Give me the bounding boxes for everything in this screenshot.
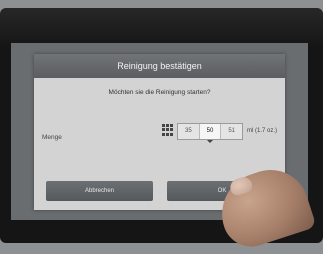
dialog-title: Reinigung bestätigen [34, 54, 285, 78]
dialog-question: Möchten sie die Reinigung starten? [108, 89, 211, 96]
cancel-button[interactable]: Abbrechen [46, 181, 153, 201]
stepper-option-51[interactable]: 51 [221, 124, 242, 139]
quantity-label: Menge [42, 134, 62, 141]
bezel-reflection [0, 8, 323, 48]
keypad-icon[interactable] [162, 124, 174, 136]
quantity-stepper[interactable]: 35 50 51 [177, 123, 243, 143]
quantity-unit: ml (1.7 oz.) [247, 128, 278, 134]
stepper-option-35[interactable]: 35 [178, 124, 200, 139]
stepper-option-selected[interactable]: 50 [199, 124, 222, 143]
